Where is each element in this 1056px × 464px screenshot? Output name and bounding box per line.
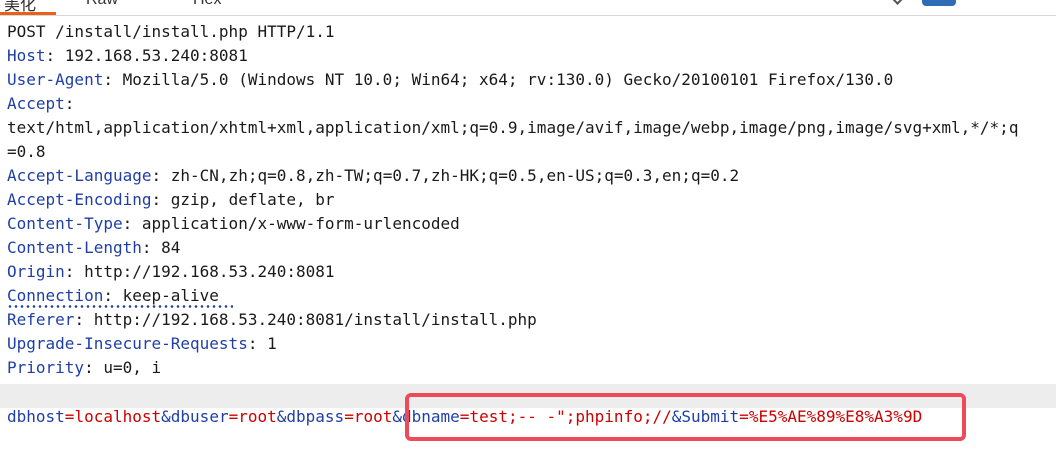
header-value: 1: [267, 334, 277, 353]
header-name: User-Agent: [7, 70, 104, 89]
header-name: Referer: [7, 310, 75, 329]
tab-raw[interactable]: Raw: [86, 0, 118, 9]
toolbar-action-button[interactable]: [922, 0, 956, 6]
header-value: =0.8: [7, 142, 46, 161]
header-value: gzip, deflate, br: [170, 190, 335, 209]
header-line-host: Host: 192.168.53.240:8081: [7, 46, 248, 65]
tab-bar-divider: [0, 15, 1056, 16]
header-line-content-type: Content-Type: application/x-www-form-url…: [7, 214, 460, 233]
request-line-text: POST /install/install.php HTTP/1.1: [7, 22, 335, 41]
chevron-down-icon[interactable]: [891, 0, 904, 5]
header-value: http://192.168.53.240:8081: [84, 262, 335, 281]
header-name: Origin: [7, 262, 65, 281]
header-line-accept: Accept:: [7, 94, 75, 113]
header-line-user-agent: User-Agent: Mozilla/5.0 (Windows NT 10.0…: [7, 70, 894, 89]
header-line-origin: Origin: http://192.168.53.240:8081: [7, 262, 335, 281]
header-continuation-line: =0.8: [7, 140, 46, 164]
param-value: root: [238, 407, 277, 426]
header-value: application/x-www-form-urlencoded: [141, 214, 460, 233]
payload-highlight-box: [405, 393, 966, 441]
header-value: 84: [161, 238, 181, 257]
header-name: Connection: [7, 286, 104, 305]
header-name: Accept-Encoding: [7, 190, 152, 209]
header-continuation-line: text/html,application/xhtml+xml,applicat…: [7, 116, 1018, 140]
header-name: Accept: [7, 94, 65, 113]
header-name: Content-Length: [7, 238, 142, 257]
header-name: Host: [7, 46, 46, 65]
header-value: keep-alive: [122, 286, 219, 305]
param-value: localhost: [74, 407, 162, 426]
tab-hex[interactable]: Hex: [193, 0, 221, 9]
header-name: Priority: [7, 358, 85, 377]
header-name: Accept-Language: [7, 166, 152, 185]
header-value: text/html,application/xhtml+xml,applicat…: [7, 118, 1019, 137]
param-key: dbhost: [7, 407, 65, 426]
param-key: dbpass: [286, 407, 345, 426]
header-line-upgrade-insecure-requests: Upgrade-Insecure-Requests: 1: [7, 334, 277, 353]
param-value: root: [353, 407, 393, 426]
header-line-content-length: Content-Length: 84: [7, 238, 181, 257]
header-line-accept-encoding: Accept-Encoding: gzip, deflate, br: [7, 190, 335, 209]
param-key: dbuser: [170, 407, 229, 426]
header-line-priority: Priority: u=0, i: [7, 358, 162, 377]
request-line: POST /install/install.php HTTP/1.1: [7, 20, 335, 44]
header-name: Content-Type: [7, 214, 123, 233]
header-line-referer: Referer: http://192.168.53.240:8081/inst…: [7, 310, 537, 329]
header-value: http://192.168.53.240:8081/install/insta…: [93, 310, 537, 329]
header-line-accept-language: Accept-Language: zh-CN,zh;q=0.8,zh-TW;q=…: [7, 166, 740, 185]
header-value: Mozilla/5.0 (Windows NT 10.0; Win64; x64…: [122, 70, 894, 89]
header-value: zh-CN,zh;q=0.8,zh-TW;q=0.7,zh-HK;q=0.5,e…: [170, 166, 740, 185]
tab-bar: 美化 Raw Hex: [0, 0, 1056, 16]
header-name: Upgrade-Insecure-Requests: [7, 334, 248, 353]
header-value: 192.168.53.240:8081: [64, 46, 248, 65]
header-value: u=0, i: [103, 358, 162, 377]
